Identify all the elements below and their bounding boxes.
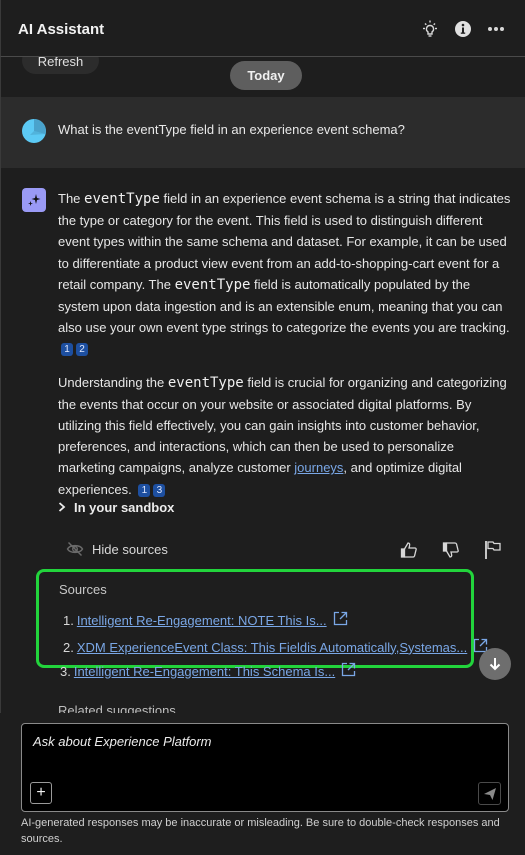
user-message: What is the eventType field in an experi…: [1, 97, 525, 168]
chevron-right-icon: [58, 500, 66, 515]
send-button[interactable]: [478, 782, 501, 805]
ai-response-paragraph: Understanding the eventType field is cru…: [58, 372, 513, 500]
inline-code: eventType: [84, 191, 160, 207]
citation-badge[interactable]: 1: [138, 483, 151, 497]
hide-sources-label: Hide sources: [92, 541, 168, 557]
related-suggestions-label: Related suggestions: [58, 703, 176, 713]
lightbulb-icon[interactable]: [419, 18, 441, 40]
citation-badge[interactable]: 1: [61, 343, 73, 357]
user-avatar-icon: [22, 119, 46, 143]
source-number: 3.: [60, 663, 71, 679]
add-attachment-button[interactable]: +: [30, 782, 52, 804]
ai-response: The eventType field in an experience eve…: [58, 188, 513, 512]
arrow-down-icon: [489, 658, 501, 671]
disclaimer-text: AI-generated responses may be inaccurate…: [21, 817, 500, 845]
send-icon: [483, 787, 496, 800]
source-link[interactable]: Intelligent Re-Engagement: NOTE This Is.…: [77, 613, 327, 628]
flag-icon[interactable]: [482, 539, 504, 561]
source-item: 1. Intelligent Re-Engagement: NOTE This …: [63, 611, 348, 629]
sources-heading: Sources: [59, 582, 107, 597]
hide-sources-button[interactable]: Hide sources: [66, 541, 168, 557]
source-link[interactable]: Intelligent Re-Engagement: This Schema I…: [74, 664, 335, 679]
chat-input[interactable]: Ask about Experience Platform +: [21, 723, 509, 812]
panel-header: AI Assistant: [0, 0, 525, 57]
sandbox-label: In your sandbox: [74, 500, 175, 515]
external-link-icon[interactable]: [341, 662, 356, 680]
source-number: 2.: [63, 639, 74, 655]
source-item: 3. Intelligent Re-Engagement: This Schem…: [60, 662, 356, 680]
text: The: [58, 191, 85, 206]
citation-badge[interactable]: 3: [153, 483, 166, 497]
ai-response-paragraph: The eventType field in an experience eve…: [58, 188, 513, 360]
source-number: 1.: [63, 612, 74, 628]
date-divider: Today: [230, 61, 302, 90]
user-message-text: What is the eventType field in an experi…: [58, 122, 405, 137]
thumbs-down-icon[interactable]: [440, 539, 462, 561]
source-link[interactable]: XDM ExperienceEvent Class: This Fieldis …: [77, 640, 467, 655]
sandbox-expander[interactable]: In your sandbox: [58, 500, 174, 515]
citation-badge[interactable]: 2: [76, 343, 88, 357]
info-icon[interactable]: [452, 18, 474, 40]
sources-panel: Sources 1. Intelligent Re-Engagement: NO…: [36, 569, 488, 668]
ai-avatar-icon: [22, 188, 46, 212]
refresh-button[interactable]: Refresh: [22, 57, 99, 74]
external-link-icon[interactable]: [333, 611, 348, 629]
source-item: 2. XDM ExperienceEvent Class: This Field…: [63, 638, 488, 656]
thumbs-up-icon[interactable]: [398, 539, 420, 561]
inline-code: eventType: [167, 374, 244, 391]
chat-input-placeholder: Ask about Experience Platform: [33, 734, 212, 749]
journeys-link[interactable]: journeys: [294, 460, 343, 475]
text: Understanding the: [58, 374, 168, 390]
conversation-area[interactable]: Refresh Today What is the eventType fiel…: [0, 57, 525, 713]
panel-title: AI Assistant: [18, 21, 105, 38]
inline-code: eventType: [174, 276, 251, 293]
scroll-to-bottom-button[interactable]: [479, 648, 511, 680]
more-options-icon[interactable]: [485, 18, 507, 40]
eye-off-icon: [66, 542, 84, 556]
